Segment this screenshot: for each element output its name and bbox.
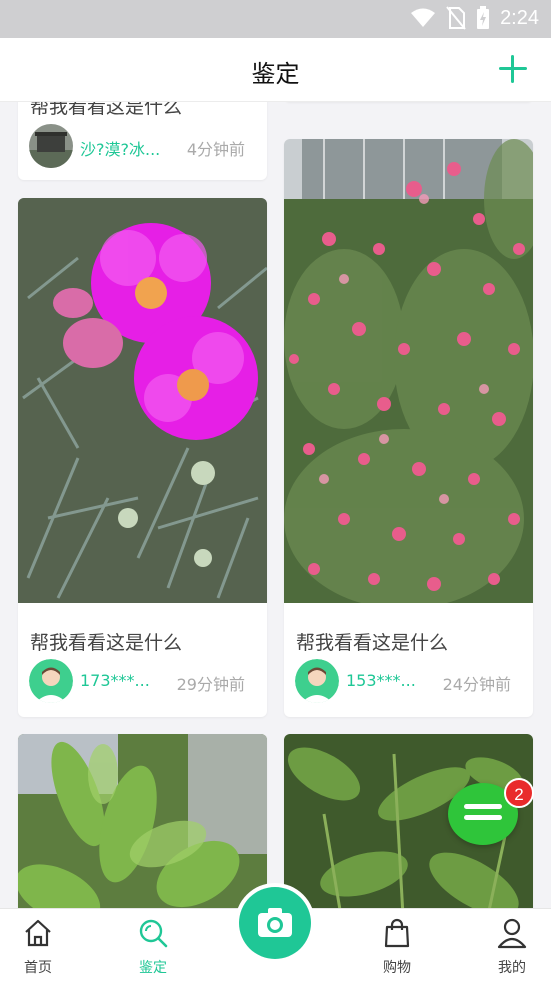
post-time: 24分钟前 <box>442 675 511 694</box>
post-photo[interactable] <box>18 734 267 908</box>
post-time: 29分钟前 <box>176 675 245 694</box>
search-icon <box>139 919 168 948</box>
post-card[interactable]: 帮我看看这是什么 173***... 29分钟前 <box>18 198 267 717</box>
camera-button[interactable] <box>239 887 311 959</box>
user-icon <box>497 918 527 949</box>
menu-icon-line <box>464 815 502 820</box>
post-user[interactable]: 153***... <box>346 671 416 690</box>
tab-label: 鉴定 <box>139 960 167 976</box>
post-photo[interactable] <box>284 139 533 603</box>
wifi-icon <box>411 8 436 27</box>
tab-profile[interactable]: 我的 <box>472 909 551 981</box>
post-user[interactable]: 沙?漠?冰... <box>80 136 160 160</box>
tab-identify[interactable]: 鉴定 <box>113 909 193 981</box>
avatar[interactable] <box>29 659 73 703</box>
tab-home[interactable]: 首页 <box>0 909 78 981</box>
add-button[interactable] <box>497 53 529 85</box>
avatar[interactable] <box>295 659 339 703</box>
camera-icon <box>258 908 292 937</box>
tab-label: 购物 <box>383 960 411 976</box>
post-card[interactable]: 帮我看看这是什么 沙?漠?冰... 4分钟前 <box>18 102 267 180</box>
avatar[interactable] <box>29 124 73 168</box>
status-bar: 2:24 <box>0 0 551 38</box>
menu-icon <box>464 804 502 809</box>
post-title: 帮我看看这是什么 <box>30 102 183 118</box>
tab-label: 首页 <box>24 960 52 976</box>
post-photo[interactable] <box>18 198 267 603</box>
notification-badge: 2 <box>504 778 534 808</box>
home-icon <box>25 919 51 947</box>
status-time: 2:24 <box>500 6 539 29</box>
post-card[interactable] <box>18 734 267 908</box>
battery-charging-icon <box>477 6 490 29</box>
app-header: 鉴定 <box>0 38 551 102</box>
post-card[interactable]: 帮我看看这是什么 153***... 24分钟前 <box>284 139 533 717</box>
post-user[interactable]: 173***... <box>80 671 150 690</box>
no-sim-icon <box>446 6 466 30</box>
tab-label: 我的 <box>498 960 526 976</box>
shopping-bag-icon <box>384 918 410 948</box>
post-title: 帮我看看这是什么 <box>30 632 183 654</box>
tab-shopping[interactable]: 购物 <box>357 909 437 981</box>
post-time: 4分钟前 <box>186 140 245 159</box>
page-title: 鉴定 <box>251 60 300 88</box>
post-title: 帮我看看这是什么 <box>296 632 449 654</box>
status-icons: 2:24 <box>410 6 539 30</box>
